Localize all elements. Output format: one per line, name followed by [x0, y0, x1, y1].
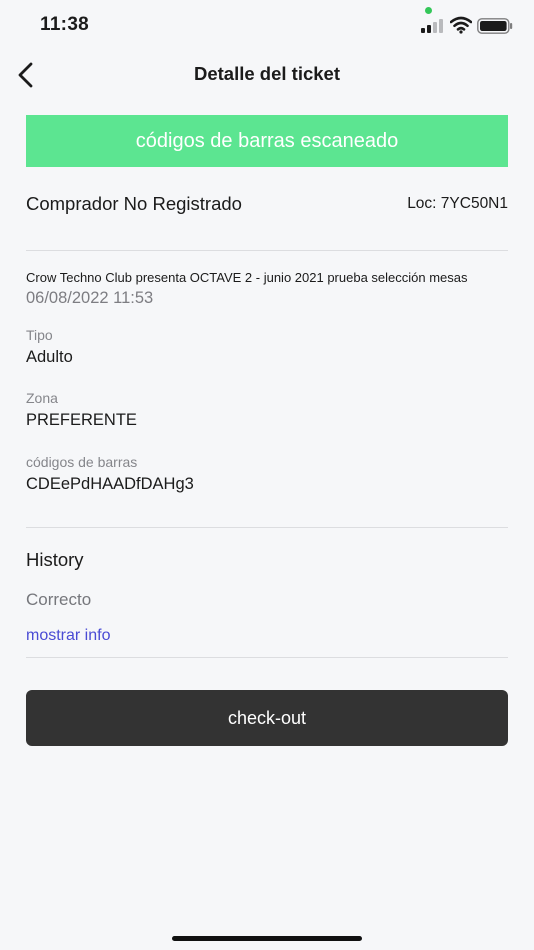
- battery-icon: [477, 18, 513, 34]
- checkout-button[interactable]: check-out: [26, 690, 508, 746]
- type-label: Tipo: [26, 327, 53, 343]
- history-status: Correcto: [26, 590, 92, 609]
- event-datetime: 06/08/2022 11:53: [26, 289, 154, 307]
- divider: [26, 527, 508, 528]
- page-title: Detalle del ticket: [193, 63, 340, 84]
- show-info-link[interactable]: mostrar info: [26, 627, 110, 645]
- divider: [26, 250, 508, 251]
- divider: [26, 657, 508, 658]
- locator-code: Loc: 7YC50N1: [407, 195, 508, 212]
- zone-value: PREFERENTE: [26, 411, 137, 429]
- home-indicator[interactable]: [172, 936, 362, 941]
- barcode-label: códigos de barras: [26, 454, 138, 470]
- camera-indicator-dot: [425, 7, 432, 14]
- scanned-status-banner: códigos de barras escaneado: [26, 115, 508, 167]
- status-time: 11:38: [40, 14, 90, 35]
- zone-label: Zona: [26, 390, 58, 406]
- buyer-name: Comprador No Registrado: [26, 193, 242, 214]
- wifi-icon: [450, 16, 472, 34]
- signal-icon: [421, 19, 443, 33]
- type-value: Adulto: [26, 348, 73, 366]
- history-heading: History: [26, 549, 84, 570]
- barcode-value: CDEePdHAADfDAHg3: [26, 475, 194, 493]
- event-name: Crow Techno Club presenta OCTAVE 2 - jun…: [26, 270, 468, 285]
